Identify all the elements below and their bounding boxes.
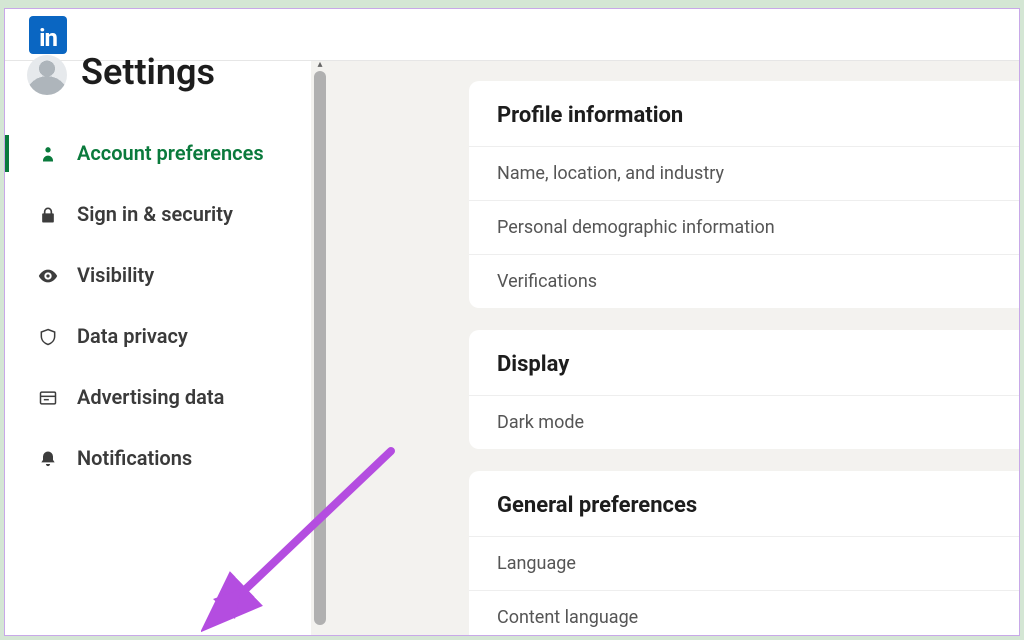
sidebar-item-visibility[interactable]: Visibility [5,245,311,306]
section-title: General preferences [469,471,1019,536]
settings-header: Settings [5,61,311,123]
settings-row-language[interactable]: Language [469,536,1019,590]
sidebar-item-label: Sign in & security [77,202,233,227]
body-area: Settings Account preferences Sign in & s… [5,61,1019,635]
app-window: in Settings Account preferences Sign in … [4,8,1020,636]
shield-icon [37,326,59,348]
sidebar-item-sign-in-security[interactable]: Sign in & security [5,184,311,245]
bell-icon [37,448,59,470]
settings-row-name-location-industry[interactable]: Name, location, and industry [469,146,1019,200]
linkedin-logo[interactable]: in [29,16,67,54]
newspaper-icon [37,387,59,409]
avatar[interactable] [27,55,67,95]
settings-row-verifications[interactable]: Verifications [469,254,1019,308]
eye-icon [37,265,59,287]
sidebar-item-advertising-data[interactable]: Advertising data [5,367,311,428]
sidebar-item-label: Account preferences [77,141,264,166]
sidebar-item-label: Data privacy [77,324,188,349]
settings-row-content-language[interactable]: Content language [469,590,1019,635]
section-profile-information: Profile information Name, location, and … [469,81,1019,308]
settings-row-dark-mode[interactable]: Dark mode [469,395,1019,449]
section-title: Profile information [469,81,1019,146]
settings-row-personal-demographic[interactable]: Personal demographic information [469,200,1019,254]
sidebar-item-label: Notifications [77,446,192,471]
sidebar-scrollbar[interactable]: ▴ [311,61,329,635]
person-icon [37,143,59,165]
sidebar-item-data-privacy[interactable]: Data privacy [5,306,311,367]
lock-icon [37,204,59,226]
sidebar-item-label: Advertising data [77,385,224,410]
sidebar-item-notifications[interactable]: Notifications [5,428,311,489]
section-general-preferences: General preferences Language Content lan… [469,471,1019,635]
scroll-up-icon: ▴ [311,59,329,70]
sidebar-item-label: Visibility [77,263,154,288]
page-title: Settings [81,51,215,93]
main-content: Profile information Name, location, and … [329,61,1019,635]
scrollbar-thumb[interactable] [314,71,326,625]
sidebar-item-account-preferences[interactable]: Account preferences [5,123,311,184]
section-display: Display Dark mode [469,330,1019,449]
section-title: Display [469,330,1019,395]
sidebar: Settings Account preferences Sign in & s… [5,61,311,635]
